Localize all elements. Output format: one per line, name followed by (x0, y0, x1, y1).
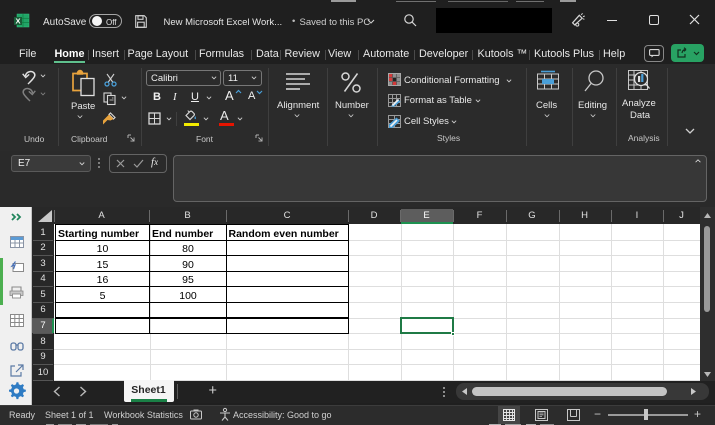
svg-text:X: X (15, 17, 20, 26)
